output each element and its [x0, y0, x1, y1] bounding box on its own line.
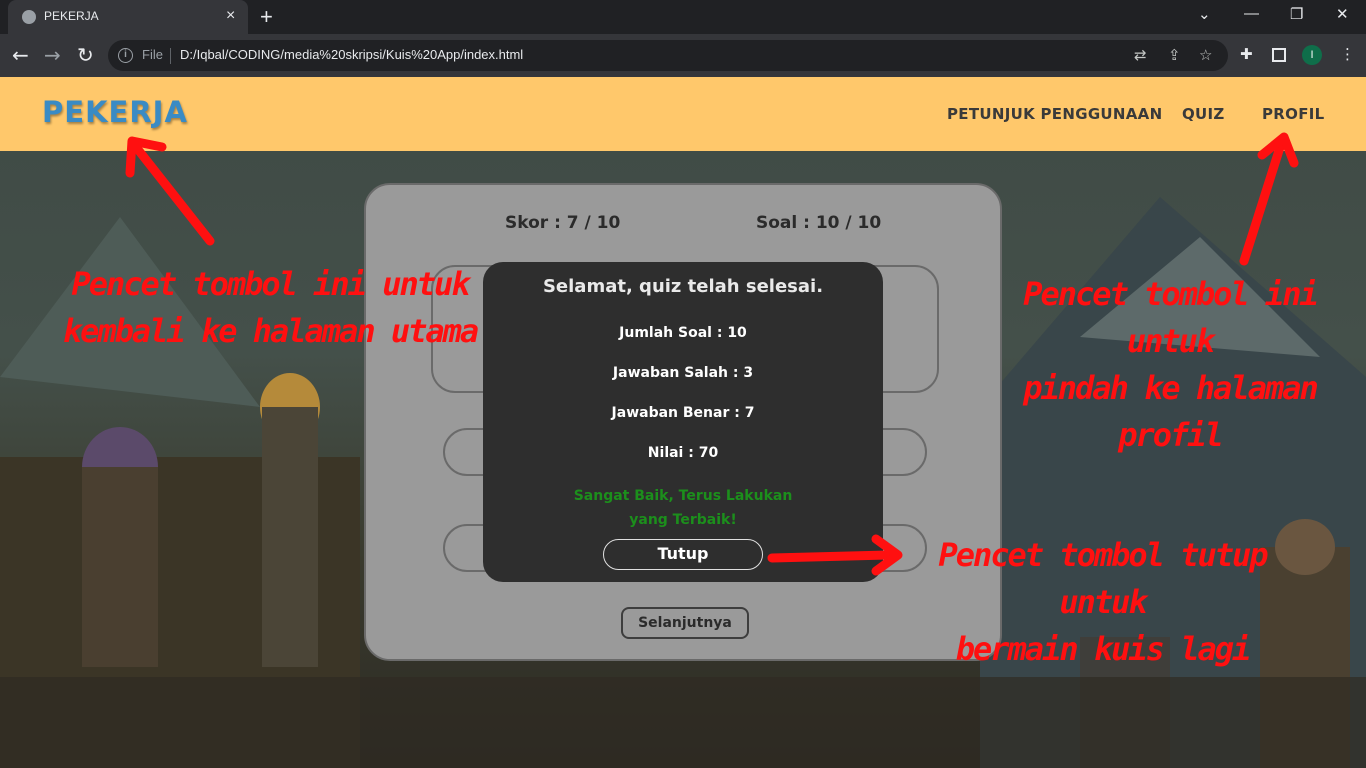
- browser-tab[interactable]: PEKERJA ×: [8, 0, 248, 34]
- wrong-answers: Jawaban Salah : 3: [612, 365, 754, 381]
- brand-logo[interactable]: PEKERJA: [42, 95, 188, 129]
- question-counter: Soal : 10 / 10: [756, 213, 882, 233]
- modal-title: Selamat, quiz telah selesai.: [542, 276, 824, 297]
- puzzle-icon[interactable]: ✚: [1240, 45, 1253, 63]
- annotation-line: kembali ke halaman utama: [62, 312, 479, 350]
- info-icon[interactable]: i: [118, 48, 133, 63]
- avatar[interactable]: I: [1302, 45, 1322, 65]
- annotation-line: pindah ke halaman profil: [1023, 369, 1319, 454]
- window-close-button[interactable]: ✕: [1336, 5, 1349, 23]
- result-modal: Selamat, quiz telah selesai. Jumlah Soal…: [483, 262, 883, 582]
- close-button[interactable]: Tutup: [603, 539, 763, 570]
- annotation-profile: Pencet tombol ini untuk pindah ke halama…: [980, 271, 1360, 459]
- annotation-line: Pencet tombol ini untuk: [1023, 275, 1319, 360]
- grade: Nilai : 70: [647, 445, 719, 461]
- annotation-home: Pencet tombol ini untuk kembali ke halam…: [60, 261, 480, 355]
- star-icon[interactable]: ☆: [1199, 46, 1212, 64]
- address-bar[interactable]: i File D:/Iqbal/CODING/media%20skripsi/K…: [108, 40, 1228, 71]
- browser-toolbar: ← → ↻ i File D:/Iqbal/CODING/media%20skr…: [0, 34, 1366, 77]
- tab-search-icon[interactable]: ⌄: [1198, 5, 1211, 23]
- correct-answers: Jawaban Benar : 7: [611, 405, 755, 421]
- back-button[interactable]: ←: [12, 43, 29, 67]
- result-message: Sangat Baik, Terus Lakukan yang Terbaik!: [573, 488, 793, 528]
- globe-icon: [22, 10, 36, 24]
- translate-icon[interactable]: ⇄: [1134, 46, 1147, 64]
- site-navbar: PEKERJA PETUNJUK PENGGUNAAN QUIZ PROFIL: [0, 77, 1366, 151]
- forward-button[interactable]: →: [44, 43, 61, 67]
- nav-link-profil[interactable]: PROFIL: [1262, 105, 1324, 123]
- tab-close-icon[interactable]: ×: [226, 7, 235, 25]
- kebab-menu-icon[interactable]: ⋮: [1340, 45, 1355, 63]
- score-text: Skor : 7 / 10: [505, 213, 621, 233]
- page-viewport: PEKERJA PETUNJUK PENGGUNAAN QUIZ PROFIL …: [0, 77, 1366, 768]
- url-text[interactable]: D:/Iqbal/CODING/media%20skripsi/Kuis%20A…: [180, 47, 523, 62]
- nav-link-petunjuk[interactable]: PETUNJUK PENGGUNAAN: [947, 105, 1162, 123]
- share-icon[interactable]: ⇪: [1168, 46, 1181, 64]
- new-tab-button[interactable]: +: [260, 5, 273, 29]
- browser-tab-bar: PEKERJA × + ⌄ — ❐ ✕: [0, 0, 1366, 34]
- annotation-line: bermain kuis lagi: [955, 630, 1252, 668]
- total-questions: Jumlah Soal : 10: [619, 325, 747, 341]
- file-label: File: [142, 47, 163, 62]
- next-button[interactable]: Selanjutnya: [621, 607, 749, 639]
- annotation-line: Pencet tombol ini untuk: [71, 265, 470, 303]
- annotation-line: Pencet tombol tutup untuk: [938, 536, 1268, 621]
- divider: [170, 48, 171, 64]
- minimize-button[interactable]: —: [1244, 5, 1259, 22]
- nav-link-quiz[interactable]: QUIZ: [1182, 105, 1225, 123]
- annotation-close: Pencet tombol tutup untuk bermain kuis l…: [905, 532, 1300, 673]
- reload-button[interactable]: ↻: [77, 43, 94, 67]
- side-panel-icon[interactable]: [1272, 48, 1286, 62]
- tab-title: PEKERJA: [44, 9, 99, 23]
- restore-button[interactable]: ❐: [1290, 5, 1303, 23]
